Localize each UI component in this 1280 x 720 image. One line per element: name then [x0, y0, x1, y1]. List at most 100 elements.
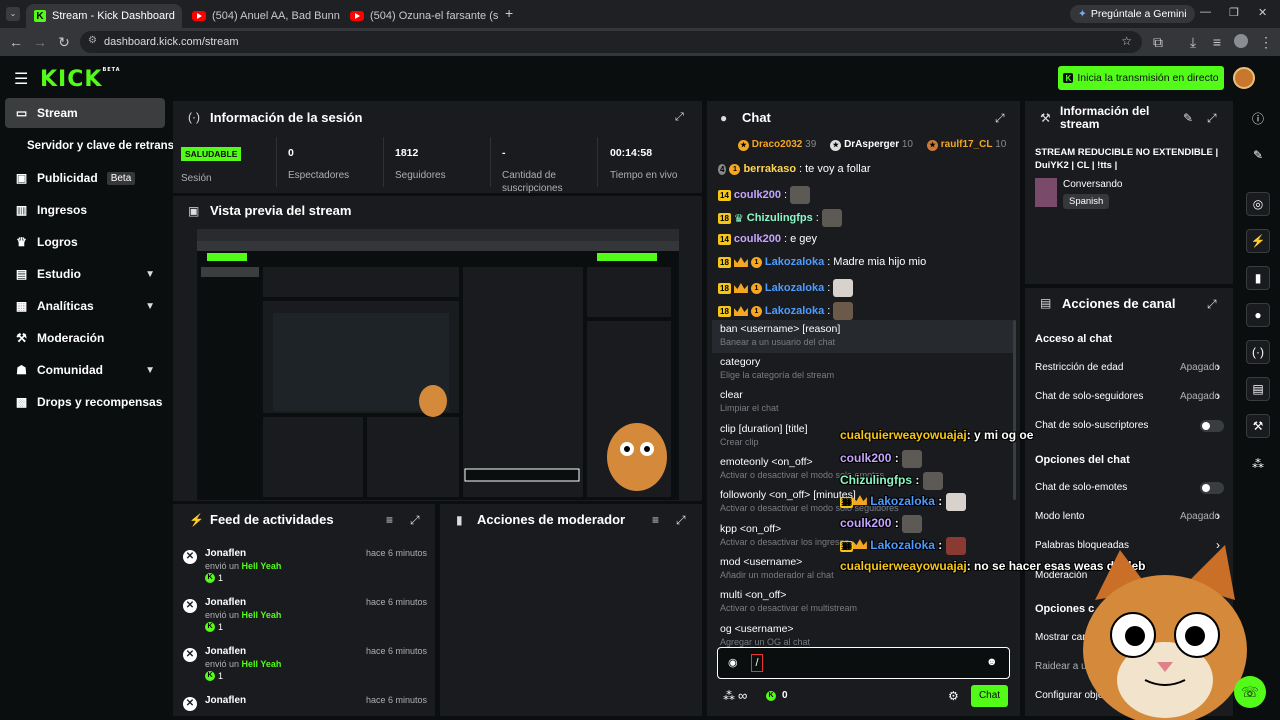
- tab-kick-dashboard[interactable]: K Stream - Kick Dashboard ✕: [26, 4, 182, 28]
- divider: [276, 137, 277, 187]
- kick-coin-icon: K: [205, 622, 215, 632]
- top-gifters: ★ Draco2032 39 ★ DrAsperger 10 ★ raulf17…: [738, 139, 1006, 151]
- emote-only-toggle[interactable]: [1200, 482, 1224, 494]
- reading-list-icon[interactable]: ≡: [1209, 34, 1225, 50]
- chevron-down-icon: ▼: [145, 364, 155, 376]
- channel-icon[interactable]: ▤: [1246, 377, 1270, 401]
- sidebar-item-server-key[interactable]: Servidor y clave de retransmisión: [17, 131, 177, 161]
- gift-badge-icon: 1: [750, 256, 762, 268]
- emoji-icon[interactable]: ☻: [986, 656, 998, 668]
- new-tab-icon[interactable]: +: [505, 5, 513, 21]
- wrench-icon[interactable]: ⚒: [1246, 414, 1270, 438]
- cat-overlay-image: [1083, 545, 1247, 720]
- reload-icon[interactable]: ↻: [56, 34, 72, 51]
- chat-input[interactable]: ◉ / ☻: [717, 647, 1010, 679]
- lightning-icon[interactable]: ⚡: [1246, 229, 1270, 253]
- sidebar-item-analiticas[interactable]: ▦ Analíticas ▼: [5, 291, 165, 321]
- expand-icon[interactable]: ⤢: [995, 111, 1005, 126]
- user-avatar[interactable]: [1233, 67, 1255, 89]
- document-icon[interactable]: ▮: [1246, 266, 1270, 290]
- slow-mode-value[interactable]: Apagado: [1180, 511, 1220, 522]
- sidebar-item-publicidad[interactable]: ▣ Publicidad Beta: [5, 163, 165, 193]
- users-icon[interactable]: ⁂: [1246, 452, 1270, 476]
- sidebar-item-comunidad[interactable]: ☗ Comunidad ▼: [5, 355, 165, 385]
- settings-gear-icon[interactable]: ⚙: [948, 689, 959, 703]
- sidebar-item-drops[interactable]: ▩ Drops y recompensas: [5, 387, 165, 417]
- followers-value: 1812: [395, 147, 419, 159]
- tab-youtube-2[interactable]: (504) Ozuna-el farsante (sa ✕: [342, 4, 498, 28]
- channel-actions-title: Acciones de canal: [1062, 296, 1176, 311]
- profile-avatar[interactable]: [1234, 34, 1248, 48]
- emote-image: [821, 209, 842, 227]
- command-item[interactable]: multi <on_off> Activar o desactivar el mu…: [712, 586, 1014, 619]
- chevron-right-icon[interactable]: ›: [1216, 360, 1220, 374]
- minimize-icon[interactable]: —: [1200, 6, 1211, 18]
- emote-only-label: Chat de solo-emotes: [1035, 482, 1128, 493]
- back-icon[interactable]: ←: [8, 34, 24, 50]
- tab-search-icon[interactable]: ⌄: [6, 7, 20, 21]
- followers-only-value[interactable]: Apagado: [1180, 391, 1220, 402]
- sidebar-item-ingresos[interactable]: ▥ Ingresos: [5, 195, 165, 225]
- chevron-right-icon[interactable]: ›: [1216, 389, 1220, 403]
- filter-icon[interactable]: ≡: [386, 513, 393, 527]
- send-chat-button[interactable]: Chat: [971, 685, 1008, 707]
- scrollbar[interactable]: [1013, 320, 1016, 500]
- chevron-down-icon: ▼: [145, 300, 155, 312]
- extensions-icon[interactable]: ⧉: [1150, 34, 1166, 51]
- restore-icon[interactable]: ❐: [1229, 6, 1239, 19]
- users-icon[interactable]: ⁂: [723, 689, 735, 703]
- gift-badge-icon: 1: [729, 163, 741, 175]
- broadcast-icon[interactable]: (·): [1246, 340, 1270, 364]
- download-icon[interactable]: ⤓: [1185, 34, 1201, 51]
- mod-actions-panel: [440, 504, 702, 716]
- filter-icon[interactable]: ≡: [652, 513, 659, 527]
- command-item[interactable]: ban <username> [reason] Banear a un usuar…: [712, 320, 1014, 353]
- expand-icon[interactable]: ⤢: [1207, 297, 1217, 312]
- expand-icon[interactable]: ⤢: [675, 111, 684, 124]
- crown-badge-icon: [733, 283, 748, 293]
- kick-logo[interactable]: KICKBETA: [40, 67, 121, 92]
- user-avatar-icon: ✕: [183, 648, 197, 662]
- expand-icon[interactable]: ⤢: [676, 513, 686, 528]
- chat-access-heading: Acceso al chat: [1035, 333, 1113, 345]
- chat-bubble-icon[interactable]: ●: [1246, 303, 1270, 327]
- tab-youtube-1[interactable]: (504) Anuel AA, Bad Bunny - La ✕: [184, 4, 340, 28]
- emote-image: [902, 515, 923, 533]
- infinity-icon[interactable]: ∞: [738, 688, 747, 703]
- close-tab-icon[interactable]: ✕: [181, 9, 182, 23]
- menu-dots-icon[interactable]: ⋮: [1258, 34, 1274, 51]
- bookmark-star-icon[interactable]: ☆: [1121, 34, 1132, 48]
- command-item[interactable]: clear Limpiar el chat: [712, 386, 1014, 419]
- sub-badge-icon: 18: [840, 541, 853, 553]
- sidebar-item-estudio[interactable]: ▤ Estudio ▼: [5, 259, 165, 289]
- close-window-icon[interactable]: ✕: [1258, 6, 1267, 19]
- expand-icon[interactable]: ⤢: [1207, 111, 1217, 126]
- edit-pencil-icon[interactable]: ✎: [1183, 111, 1193, 125]
- gemini-button[interactable]: ✦ Pregúntale a Gemini: [1070, 5, 1195, 23]
- subs-only-label: Chat de solo-suscriptores: [1035, 420, 1149, 431]
- url-field[interactable]: ⚙ dashboard.kick.com/stream ☆: [80, 31, 1142, 53]
- sidebar-item-logros[interactable]: ♛ Logros: [5, 227, 165, 257]
- followers-only-label: Chat de solo-seguidores: [1035, 391, 1144, 402]
- camera-icon[interactable]: ◎: [1246, 192, 1270, 216]
- site-info-icon[interactable]: ⚙: [88, 35, 97, 46]
- stream-preview-video[interactable]: [197, 229, 679, 500]
- gemini-icon: ✦: [1078, 8, 1087, 20]
- sidebar-item-stream[interactable]: ▭ Stream: [5, 98, 165, 128]
- youtube-favicon-icon: [192, 11, 206, 21]
- emote-image: [833, 279, 854, 297]
- forward-icon[interactable]: →: [32, 34, 48, 50]
- info-icon[interactable]: ⓘ: [1246, 106, 1270, 130]
- subs-only-toggle[interactable]: [1200, 420, 1224, 432]
- gift-badge-icon: 1: [750, 282, 762, 294]
- community-icon: ☗: [16, 363, 27, 377]
- chevron-right-icon[interactable]: ›: [1216, 509, 1220, 523]
- age-restriction-value[interactable]: Apagado: [1180, 362, 1220, 373]
- command-item[interactable]: category Elige la categoría del stream: [712, 353, 1014, 386]
- edit-pencil-icon[interactable]: ✎: [1246, 143, 1270, 167]
- go-live-button[interactable]: K Inicia la transmisión en directo: [1058, 66, 1224, 90]
- sidebar-item-moderacion[interactable]: ⚒ Moderación: [5, 323, 165, 353]
- hamburger-menu-icon[interactable]: ☰: [14, 69, 28, 89]
- support-chat-icon[interactable]: ☏: [1234, 676, 1266, 708]
- expand-icon[interactable]: ⤢: [410, 513, 420, 528]
